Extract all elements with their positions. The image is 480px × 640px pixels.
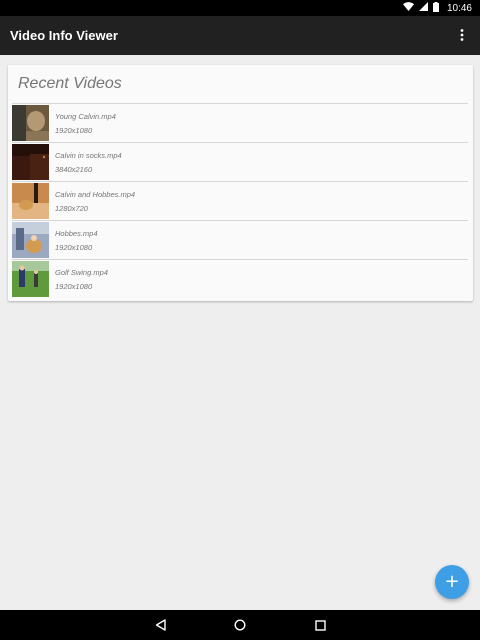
add-video-fab[interactable]: + (435, 565, 469, 599)
video-name: Calvin in socks.mp4 (55, 150, 122, 160)
wifi-icon (402, 2, 414, 14)
video-text: Young Calvin.mp4 1920x1080 (55, 112, 116, 135)
status-bar: 10:46 (0, 0, 480, 16)
video-resolution: 3840x2160 (55, 164, 93, 174)
card-title: Recent Videos (18, 75, 122, 92)
video-text: Calvin and Hobbes.mp4 1280x720 (55, 190, 135, 213)
video-text: Hobbes.mp4 1920x1080 (55, 229, 98, 252)
recent-videos-card: Recent Videos Young Calvin.mp4 1920x1080 (8, 65, 473, 301)
add-icon: + (444, 571, 460, 592)
video-thumbnail (12, 261, 49, 297)
list-item[interactable]: Young Calvin.mp4 1920x1080 (12, 103, 468, 142)
video-thumbnail (12, 222, 49, 258)
list-item[interactable]: Golf Swing.mp4 1920x1080 (12, 259, 468, 298)
status-time: 10:46 (446, 2, 472, 14)
list-item[interactable]: Hobbes.mp4 1920x1080 (12, 220, 468, 259)
list-item[interactable]: Calvin and Hobbes.mp4 1280x720 (12, 181, 468, 220)
home-icon (234, 616, 246, 635)
video-thumbnail (12, 105, 49, 141)
video-resolution: 1280x720 (55, 203, 88, 213)
video-list: Young Calvin.mp4 1920x1080 Calvin in soc… (12, 103, 468, 298)
video-text: Golf Swing.mp4 1920x1080 (55, 268, 108, 291)
video-resolution: 1920x1080 (55, 242, 93, 252)
recents-icon (314, 616, 326, 635)
app-bar: Video Info Viewer (0, 16, 480, 55)
video-thumbnail (12, 183, 49, 219)
video-resolution: 1920x1080 (55, 125, 93, 135)
video-text: Calvin in socks.mp4 3840x2160 (55, 151, 122, 174)
navigation-bar (0, 610, 480, 640)
back-icon (155, 616, 166, 635)
cellular-signal-icon (418, 2, 428, 14)
battery-icon (432, 1, 439, 15)
app-title: Video Info Viewer (10, 28, 118, 43)
screen: 10:46 Video Info Viewer Recent Videos Yo… (0, 0, 480, 640)
video-name: Young Calvin.mp4 (55, 111, 116, 121)
home-button[interactable] (232, 617, 248, 633)
video-name: Calvin and Hobbes.mp4 (55, 189, 136, 199)
video-name: Hobbes.mp4 (55, 228, 98, 238)
recents-button[interactable] (312, 617, 328, 633)
video-thumbnail (12, 144, 49, 180)
video-name: Golf Swing.mp4 (55, 267, 108, 277)
more-vert-icon (460, 26, 464, 45)
overflow-menu-button[interactable] (454, 24, 470, 48)
video-resolution: 1920x1080 (55, 281, 93, 291)
status-icons: 10:46 (402, 1, 472, 15)
back-button[interactable] (152, 617, 168, 633)
list-item[interactable]: Calvin in socks.mp4 3840x2160 (12, 142, 468, 181)
